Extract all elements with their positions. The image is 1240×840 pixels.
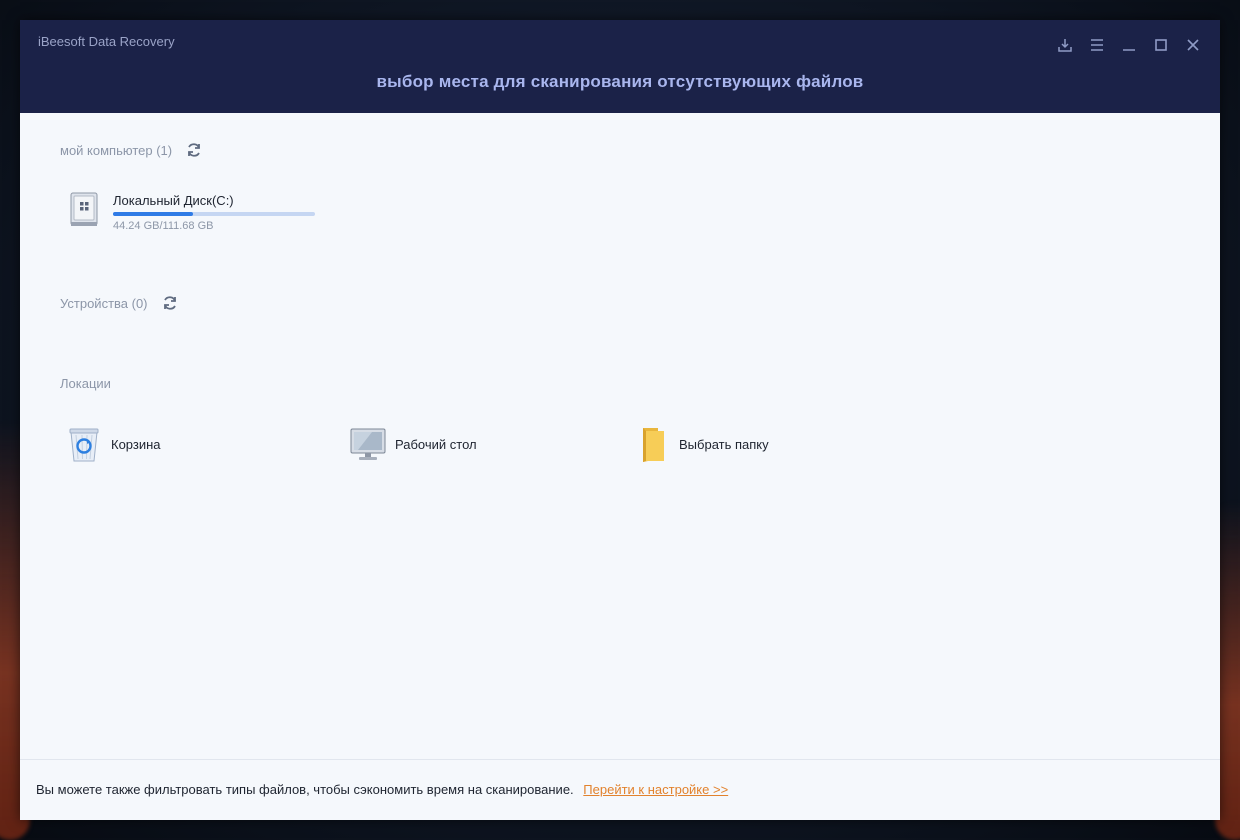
drive-usage-bar [113,212,315,216]
drive-item-c[interactable]: Локальный Диск(C:) 44.24 GB/111.68 GB [68,188,328,238]
recycle-bin-icon [66,424,102,464]
section-locations: Локации [60,376,111,391]
drive-usage-fill [113,212,193,216]
menu-icon[interactable] [1088,36,1106,54]
window-controls [1056,36,1202,54]
hard-drive-icon [68,192,100,233]
section-devices: Устройства (0) [60,295,178,311]
refresh-icon[interactable] [186,142,202,158]
location-recycle-bin[interactable]: Корзина [66,424,161,464]
folder-icon [634,424,670,464]
drive-name: Локальный Диск(C:) [113,193,234,208]
page-heading: выбор места для сканирования отсутствующ… [376,72,864,91]
app-name: iBeesoft Data Recovery [38,34,175,49]
refresh-icon[interactable] [162,295,178,311]
drive-size: 44.24 GB/111.68 GB [113,220,214,232]
maximize-icon[interactable] [1152,36,1170,54]
location-select-folder[interactable]: Выбрать папку [634,424,769,464]
location-label: Корзина [111,436,161,452]
minimize-icon[interactable] [1120,36,1138,54]
section-devices-label: Устройства (0) [60,295,148,311]
desktop-monitor-icon [350,424,386,464]
footer: Вы можете также фильтровать типы файлов,… [36,782,728,797]
location-label: Рабочий стол [395,436,477,452]
download-icon[interactable] [1056,36,1074,54]
section-computer-label: мой компьютер (1) [60,142,173,158]
close-icon[interactable] [1184,36,1202,54]
settings-link[interactable]: Перейти к настройке >> [583,782,728,797]
footer-divider [20,759,1220,760]
section-locations-label: Локации [60,376,111,391]
app-window: iBeesoft Data Recovery выбор места для с… [20,20,1220,820]
location-label: Выбрать папку [679,436,769,452]
title-bar: iBeesoft Data Recovery выбор места для с… [20,20,1220,113]
section-computer: мой компьютер (1) [60,142,202,158]
location-desktop[interactable]: Рабочий стол [350,424,477,464]
footer-text: Вы можете также фильтровать типы файлов,… [36,782,574,797]
